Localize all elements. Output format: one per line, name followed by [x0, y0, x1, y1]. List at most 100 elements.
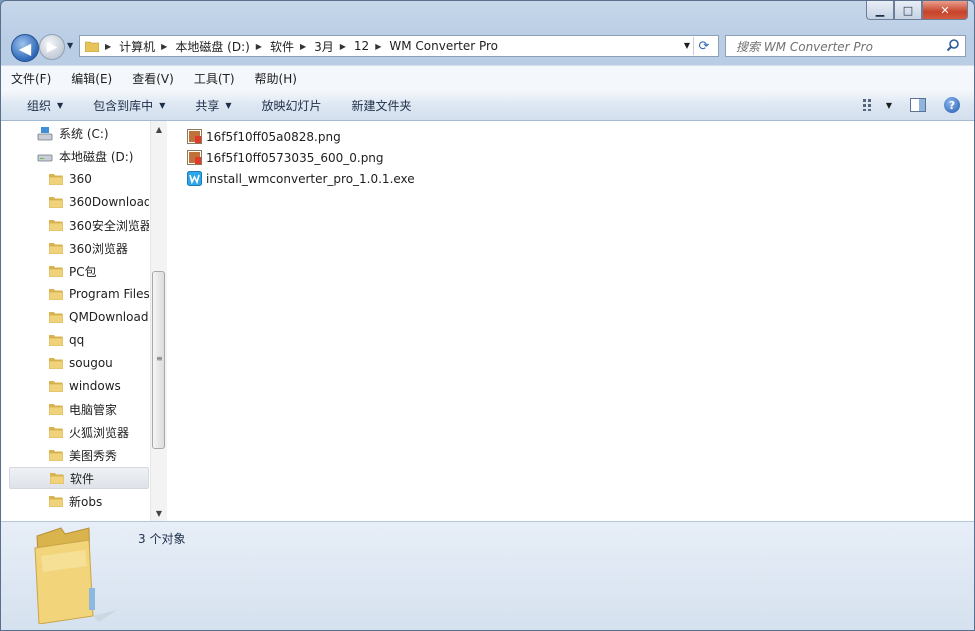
folder-icon: [48, 265, 64, 278]
refresh-icon[interactable]: ⟳: [693, 37, 714, 55]
file-item[interactable]: install_wmconverter_pro_1.0.1.exe: [187, 168, 415, 189]
breadcrumb-computer[interactable]: 计算机: [119, 38, 155, 55]
view-options-icon[interactable]: [862, 98, 878, 112]
tree-item[interactable]: 360浏览器: [9, 237, 149, 259]
breadcrumb-software[interactable]: 软件: [270, 38, 294, 55]
organize-button[interactable]: 组织 ▼: [1, 97, 77, 114]
forward-button[interactable]: ▶: [39, 34, 65, 60]
tree-item-label: qq: [69, 333, 85, 347]
tree-item[interactable]: 本地磁盘 (D:): [9, 145, 149, 167]
tree-item-label: 360安全浏览器: [69, 218, 149, 233]
folder-icon: [34, 527, 117, 624]
system-drive-icon: [37, 127, 53, 141]
drive-icon: [37, 150, 53, 162]
tree-item[interactable]: 360: [9, 168, 149, 190]
folder-icon: [48, 357, 64, 370]
recent-pages-dropdown[interactable]: ▼: [67, 41, 73, 50]
folder-icon: [48, 403, 64, 416]
folder-icon: [48, 219, 64, 232]
tree-item-label: 电脑管家: [69, 402, 118, 417]
chevron-down-icon: ▼: [225, 100, 232, 110]
tree-item[interactable]: sougou: [9, 352, 149, 374]
search-icon[interactable]: [946, 38, 960, 52]
command-bar: 组织 ▼ 包含到库中 ▼ 共享 ▼ 放映幻灯片 新建文件夹 ▼ ?: [1, 90, 974, 121]
folder-icon: [48, 196, 64, 209]
tree-item-label: 新obs: [69, 494, 103, 509]
scroll-up-icon[interactable]: ▲: [151, 121, 167, 137]
help-icon[interactable]: ?: [944, 97, 960, 113]
menu-help[interactable]: 帮助(H): [245, 70, 307, 87]
folder-icon: [48, 173, 64, 186]
tree-item-label: 系统 (C:): [59, 126, 109, 141]
tree-item[interactable]: 系统 (C:): [9, 122, 149, 144]
close-button[interactable]: ✕: [922, 1, 968, 20]
file-item[interactable]: 16f5f10ff05a0828.png: [187, 126, 415, 147]
file-name: 16f5f10ff0573035_600_0.png: [206, 150, 384, 165]
tree-item[interactable]: 美图秀秀: [9, 444, 149, 466]
tree-item[interactable]: 360Download: [9, 191, 149, 213]
tree-item-label: sougou: [69, 356, 113, 370]
share-button[interactable]: 共享 ▼: [179, 97, 245, 114]
folder-icon: [48, 311, 64, 324]
preview-pane-icon[interactable]: [910, 98, 926, 112]
tree-item[interactable]: 火狐浏览器: [9, 421, 149, 443]
minimize-button[interactable]: ▁: [866, 1, 894, 20]
tree-item[interactable]: QMDownload: [9, 306, 149, 328]
tree-item-label: 360浏览器: [69, 241, 128, 256]
breadcrumb-drive-d[interactable]: 本地磁盘 (D:): [175, 38, 249, 55]
include-in-library-button[interactable]: 包含到库中 ▼: [77, 97, 179, 114]
tree-item[interactable]: qq: [9, 329, 149, 351]
file-name: install_wmconverter_pro_1.0.1.exe: [206, 171, 415, 186]
address-bar[interactable]: ▶ 计算机 ▶ 本地磁盘 (D:) ▶ 软件 ▶ 3月 ▶ 12 ▶ WM Co…: [79, 35, 719, 57]
tree-item[interactable]: windows: [9, 375, 149, 397]
explorer-window: ▁ □ ✕ ◀ ▶ ▼ ▶ 计算机 ▶ 本地磁盘 (D:) ▶ 软件 ▶ 3月 …: [0, 0, 975, 631]
folder-icon: [48, 242, 64, 255]
navigation-row: ◀ ▶ ▼ ▶ 计算机 ▶ 本地磁盘 (D:) ▶ 软件 ▶ 3月 ▶ 12 ▶…: [1, 31, 974, 63]
tree-item-label: windows: [69, 379, 121, 393]
chevron-down-icon: ▼: [57, 100, 64, 110]
folder-icon: [85, 41, 99, 52]
folder-icon: [48, 288, 64, 301]
tree-item-label: 火狐浏览器: [69, 425, 130, 440]
menu-edit[interactable]: 编辑(E): [61, 70, 122, 87]
menu-view[interactable]: 查看(V): [122, 70, 184, 87]
tree-item[interactable]: PC包: [9, 260, 149, 282]
search-input[interactable]: [734, 37, 938, 57]
address-dropdown-icon[interactable]: ▼: [684, 41, 690, 50]
scroll-down-icon[interactable]: ▼: [151, 505, 167, 521]
tree-item-label: 360Download: [69, 195, 149, 209]
menu-file[interactable]: 文件(F): [1, 70, 61, 87]
folder-icon: [48, 426, 64, 439]
folder-icon: [48, 449, 64, 462]
folder-icon: [48, 334, 64, 347]
folder-icon: [48, 495, 64, 508]
search-box: [725, 35, 966, 57]
menu-tools[interactable]: 工具(T): [184, 70, 245, 87]
file-name: 16f5f10ff05a0828.png: [206, 129, 341, 144]
tree-item[interactable]: 软件: [9, 467, 149, 489]
tree-item[interactable]: 电脑管家: [9, 398, 149, 420]
back-button[interactable]: ◀: [11, 34, 39, 62]
tree-item[interactable]: 新obs: [9, 490, 149, 512]
file-item[interactable]: 16f5f10ff0573035_600_0.png: [187, 147, 415, 168]
slideshow-button[interactable]: 放映幻灯片: [246, 97, 336, 114]
share-label: 共享: [195, 98, 220, 113]
item-count: 3 个对象: [138, 532, 186, 546]
nav-scrollbar[interactable]: ▲ ≡ ▼: [150, 121, 167, 521]
maximize-button[interactable]: □: [894, 1, 922, 20]
view-dropdown-icon[interactable]: ▼: [886, 101, 892, 110]
folder-icon: [49, 472, 65, 485]
breadcrumb-march[interactable]: 3月: [314, 38, 334, 55]
scrollbar-thumb[interactable]: ≡: [152, 271, 165, 449]
image-file-icon: [187, 129, 202, 144]
tree-item-label: 软件: [70, 471, 95, 486]
tree-item[interactable]: 360安全浏览器: [9, 214, 149, 236]
content-area: 系统 (C:) 本地磁盘 (D:) 360 360Download 360安全浏览器 36…: [1, 121, 974, 521]
breadcrumb-12[interactable]: 12: [354, 39, 369, 53]
tree-item-label: Program Files: [69, 287, 149, 301]
breadcrumb-wm-converter-pro[interactable]: WM Converter Pro: [389, 39, 498, 53]
menu-bar: 文件(F) 编辑(E) 查看(V) 工具(T) 帮助(H): [1, 65, 974, 91]
new-folder-button[interactable]: 新建文件夹: [336, 97, 426, 114]
tree-item[interactable]: Program Files: [9, 283, 149, 305]
wm-exe-icon: [187, 171, 202, 186]
